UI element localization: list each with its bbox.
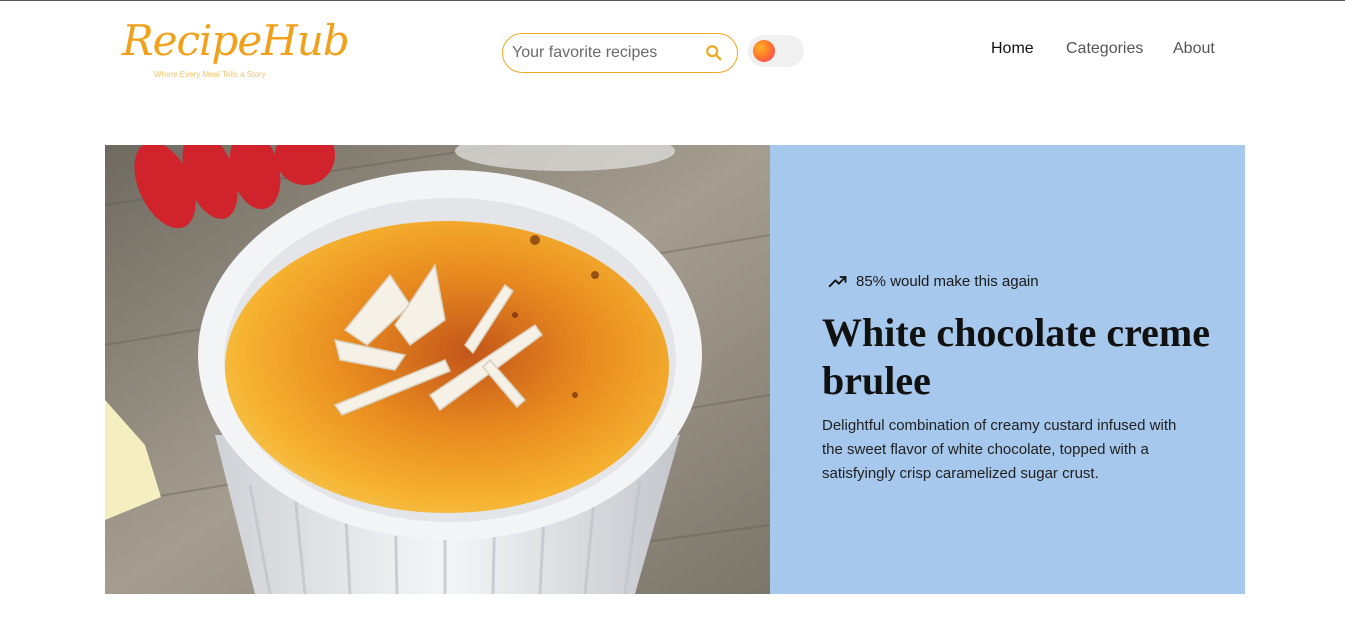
logo-wordmark: RecipeHub	[122, 16, 350, 65]
hero-panel: 85% would make this again White chocolat…	[770, 145, 1245, 594]
logo-tagline: Where Every Meal Tells a Story	[154, 70, 266, 79]
top-border	[0, 0, 1345, 1]
theme-toggle[interactable]	[748, 35, 804, 67]
trending-up-icon	[828, 276, 847, 288]
recipe-title[interactable]: White chocolate creme brulee	[822, 309, 1222, 405]
toggle-knob	[753, 40, 775, 62]
nav-home[interactable]: Home	[991, 40, 1034, 58]
nav-categories[interactable]: Categories	[1066, 40, 1143, 58]
search-icon[interactable]	[705, 44, 723, 62]
search-input[interactable]	[512, 42, 692, 64]
recipe-description: Delightful combination of creamy custard…	[822, 417, 1177, 482]
nav-about[interactable]: About	[1173, 40, 1215, 58]
make-again-stat: 85% would make this again	[856, 273, 1039, 290]
logo[interactable]: RecipeHub Where Every Meal Tells a Story	[120, 12, 350, 84]
search-box	[502, 33, 738, 73]
hero-image	[105, 145, 770, 594]
